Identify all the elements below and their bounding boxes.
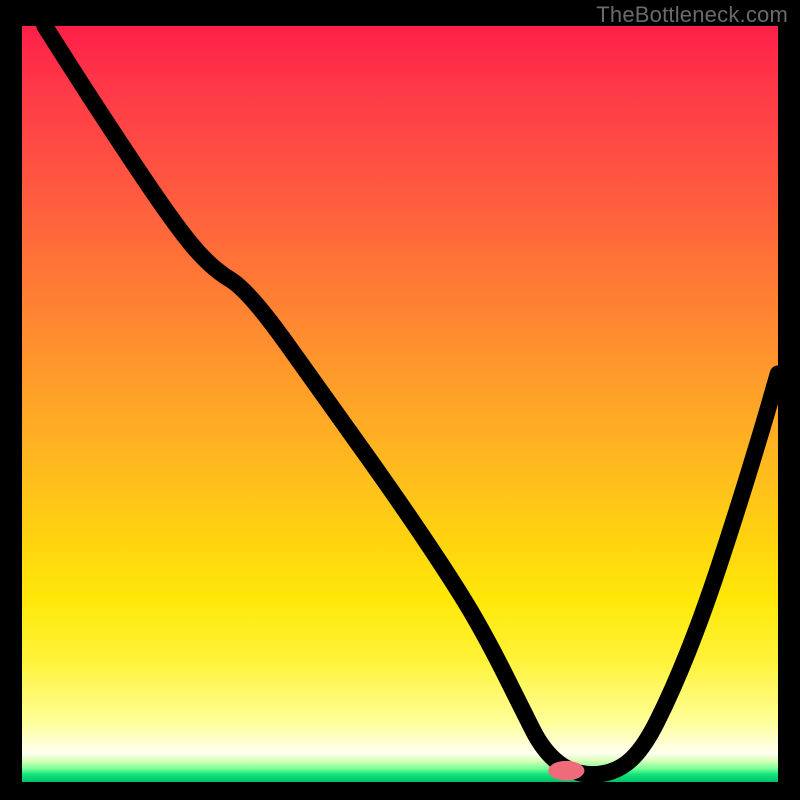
watermark-text: TheBottleneck.com <box>596 2 788 28</box>
optimum-marker <box>548 761 584 781</box>
chart-svg <box>22 26 778 782</box>
chart-plot-area <box>22 26 778 782</box>
bottleneck-curve <box>45 26 778 774</box>
chart-frame: TheBottleneck.com <box>0 0 800 800</box>
